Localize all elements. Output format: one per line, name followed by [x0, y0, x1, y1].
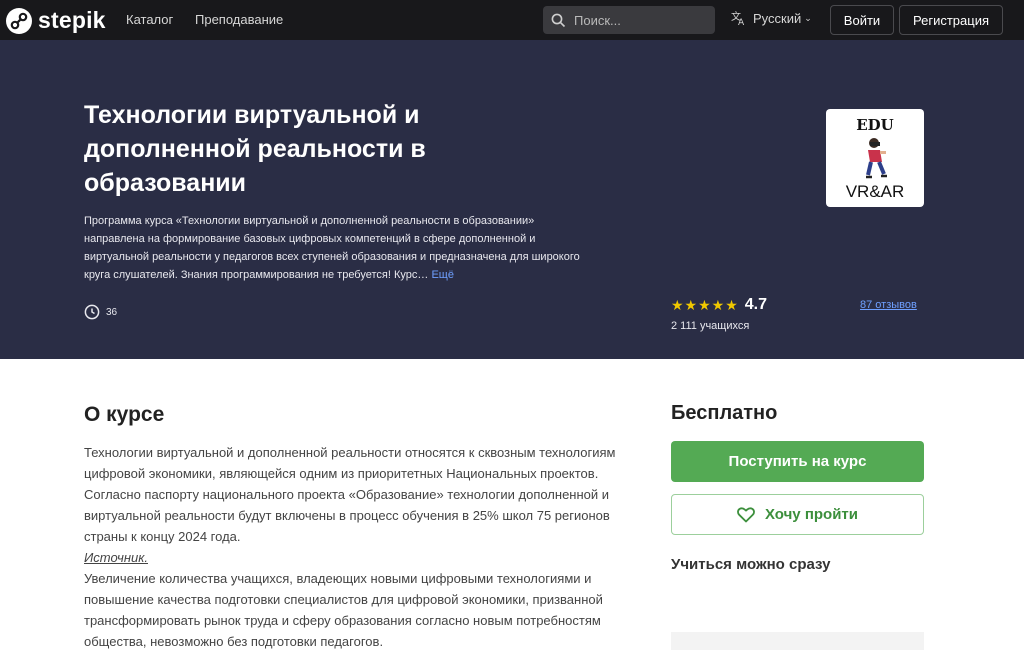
course-cover: EDU VR&AR — [826, 109, 924, 207]
start-note: Учиться можно сразу — [671, 556, 831, 573]
login-button[interactable]: Войти — [830, 5, 894, 35]
read-more-link[interactable]: Ещё — [431, 269, 454, 281]
wishlist-label: Хочу пройти — [765, 506, 858, 523]
nav-teaching[interactable]: Преподавание — [195, 12, 283, 27]
about-text: Технологии виртуальной и дополненной реа… — [84, 442, 629, 652]
svg-text:A: A — [738, 18, 745, 26]
about-heading: О курсе — [84, 403, 165, 426]
course-hero: Технологии виртуальной и дополненной реа… — [0, 40, 1024, 359]
register-button[interactable]: Регистрация — [899, 5, 1003, 35]
source-link[interactable]: Источник. — [84, 550, 148, 565]
logo-text: stepik — [38, 7, 106, 33]
course-description: Программа курса «Технологии виртуальной … — [84, 212, 594, 284]
translate-icon: 文 A — [731, 10, 745, 26]
rating-stars-icon: ★★★★★ — [671, 296, 739, 313]
course-price: Бесплатно — [671, 402, 778, 424]
stepik-logo-icon — [6, 7, 32, 34]
about-paragraph-1: Технологии виртуальной и дополненной реа… — [84, 445, 616, 544]
search-box[interactable] — [543, 6, 715, 34]
clock-icon — [84, 304, 100, 320]
language-selector[interactable]: 文 A Русский ⌄ — [731, 10, 812, 26]
about-paragraph-2: Увеличение количества учащихся, владеющи… — [84, 571, 603, 649]
sidebar-bottom-panel — [671, 632, 924, 650]
enroll-button[interactable]: Поступить на курс — [671, 441, 924, 482]
nav-catalog[interactable]: Каталог — [126, 12, 173, 27]
learners-count: 2 111 учащихся — [671, 320, 750, 332]
chevron-down-icon: ⌄ — [804, 12, 812, 23]
hours-value: 36 — [106, 306, 118, 318]
course-rating: ★★★★★ 4.7 — [671, 296, 767, 314]
stepik-logo[interactable]: stepik — [6, 7, 106, 34]
reviews-link[interactable]: 87 отзывов — [860, 299, 917, 311]
course-hours: 36 — [84, 304, 117, 320]
cover-top-text: EDU — [856, 116, 894, 134]
wishlist-button[interactable]: Хочу пройти — [671, 494, 924, 535]
search-icon — [551, 13, 566, 27]
course-title: Технологии виртуальной и дополненной реа… — [84, 101, 426, 197]
language-label: Русский — [753, 10, 802, 26]
cover-bottom-text: VR&AR — [845, 182, 905, 201]
course-description-text: Программа курса «Технологии виртуальной … — [84, 215, 580, 281]
heart-icon — [737, 506, 755, 522]
rating-value: 4.7 — [744, 296, 768, 313]
top-navbar: stepik Каталог Преподавание 文 A Русский … — [0, 0, 1024, 40]
search-input[interactable] — [574, 12, 704, 28]
vr-person-illustration — [866, 138, 887, 179]
